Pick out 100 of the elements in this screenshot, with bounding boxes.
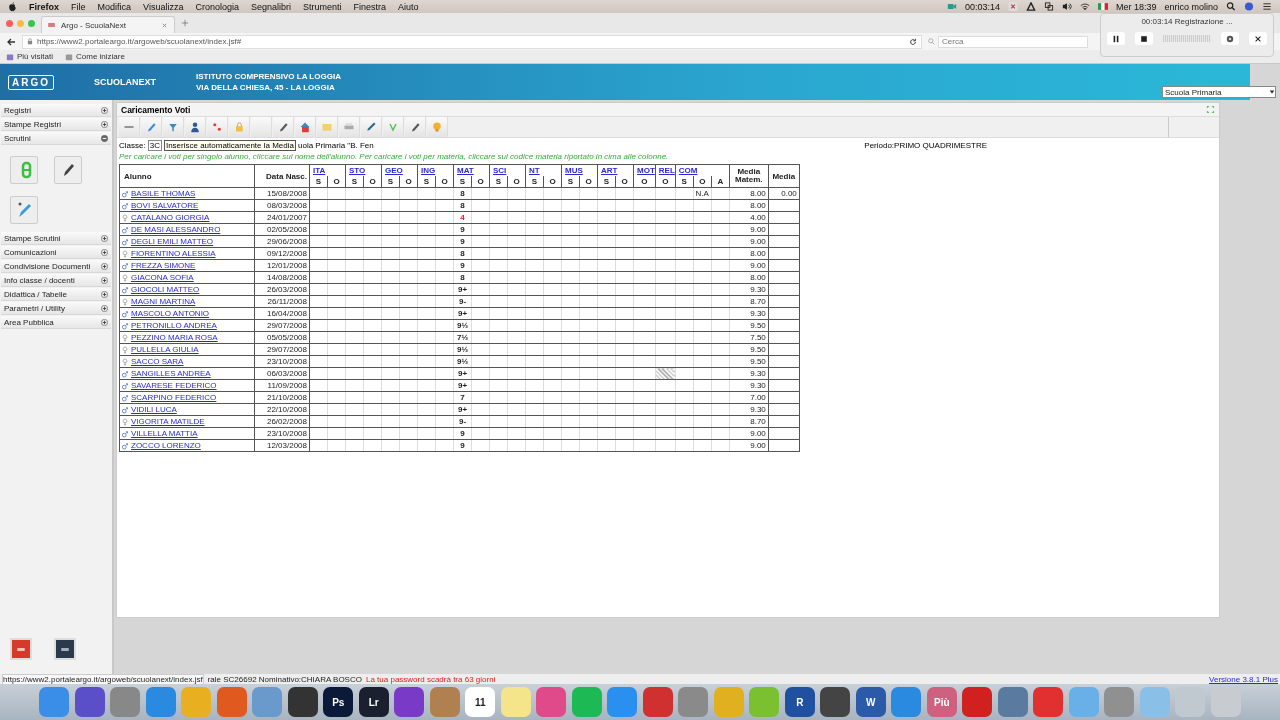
average-value: 9.30 bbox=[750, 285, 766, 294]
menu-item[interactable]: Modifica bbox=[97, 1, 132, 12]
average-value: 9.00 bbox=[750, 225, 766, 234]
column-header: S bbox=[681, 177, 687, 186]
person-icon bbox=[189, 121, 201, 133]
expand-icon[interactable] bbox=[101, 120, 108, 128]
birth-date: 21/10/2008 bbox=[266, 393, 307, 402]
menu-item[interactable]: Strumenti bbox=[302, 1, 342, 12]
sidebar-section[interactable]: Stampe Registri bbox=[1, 118, 111, 131]
camera-button[interactable] bbox=[1221, 32, 1239, 45]
zoom-window-button[interactable] bbox=[28, 19, 35, 27]
menu-item[interactable]: Aiuto bbox=[398, 1, 419, 12]
bookmark-item[interactable]: Più visitati bbox=[6, 52, 53, 61]
reload-icon[interactable] bbox=[909, 37, 917, 46]
browser-tab[interactable]: Argo - ScuolaNext bbox=[41, 16, 175, 33]
lock-icon bbox=[27, 38, 33, 45]
search-field[interactable]: Cerca bbox=[938, 35, 1088, 48]
sidebar-section[interactable]: Scrutini bbox=[1, 132, 111, 145]
app-icon[interactable]: W bbox=[855, 687, 886, 717]
calendar-icon[interactable]: 11 bbox=[465, 687, 496, 717]
pencil-button[interactable] bbox=[54, 156, 82, 184]
menu-item[interactable]: Finestra bbox=[353, 1, 386, 12]
app-icon[interactable]: Più bbox=[926, 687, 957, 717]
sidebar-section[interactable]: Stampe Scrutini bbox=[1, 232, 111, 245]
menu-item[interactable]: Cronologia bbox=[195, 1, 239, 12]
sidebar-section[interactable]: Condivisione Documenti bbox=[1, 260, 111, 273]
column-header: S bbox=[423, 177, 430, 186]
toolbar-button[interactable] bbox=[163, 117, 184, 137]
sidebar-section[interactable]: Registri bbox=[1, 104, 111, 117]
grade: N.A bbox=[695, 189, 709, 198]
grade: 8 bbox=[460, 249, 465, 258]
average-value: 8.70 bbox=[750, 297, 766, 306]
clock-text[interactable]: Mer 18:39 bbox=[1115, 1, 1157, 12]
app-icon[interactable]: Ps bbox=[323, 687, 354, 717]
collapse-icon[interactable] bbox=[101, 134, 108, 142]
expand-icon[interactable] bbox=[101, 106, 108, 114]
expand-icon[interactable] bbox=[101, 290, 108, 298]
sidebar-section[interactable]: Info classe / docenti bbox=[1, 274, 111, 287]
expand-icon[interactable] bbox=[101, 304, 108, 312]
close-button[interactable] bbox=[1249, 32, 1267, 45]
birth-date: 16/04/2008 bbox=[266, 309, 307, 318]
close-window-button[interactable] bbox=[6, 19, 13, 27]
column-header: O bbox=[369, 177, 376, 186]
school-dropdown[interactable]: Scuola Primaria bbox=[1162, 86, 1276, 98]
wifi-icon[interactable] bbox=[1079, 2, 1090, 11]
search-icon[interactable] bbox=[1226, 2, 1236, 11]
toolbar-button[interactable] bbox=[295, 117, 316, 137]
toolbar-button[interactable] bbox=[185, 117, 206, 137]
menu-item[interactable]: Firefox bbox=[29, 1, 59, 12]
recorder-title: 00:03:14 Registrazione ... bbox=[1141, 17, 1233, 26]
sidebar-section[interactable]: Area Pubblica bbox=[1, 316, 111, 329]
bookmark-item[interactable]: Come iniziare bbox=[65, 52, 125, 61]
toolbar-button[interactable] bbox=[207, 117, 228, 137]
expand-icon[interactable] bbox=[101, 318, 108, 326]
close-icon[interactable] bbox=[161, 21, 168, 29]
expand-icon[interactable] bbox=[101, 276, 108, 284]
app-icon[interactable]: Lr bbox=[358, 687, 389, 717]
version-link[interactable]: Versione 3.8.1 Plus bbox=[1209, 674, 1278, 684]
average-value: 9.00 bbox=[750, 237, 766, 246]
pause-button[interactable] bbox=[1107, 32, 1125, 45]
sidebar-section[interactable]: Parametri / Utility bbox=[1, 302, 111, 315]
triangle-icon[interactable] bbox=[1025, 2, 1036, 11]
flag-icon[interactable] bbox=[1097, 2, 1108, 11]
apple-icon[interactable] bbox=[8, 1, 17, 12]
expand-icon[interactable] bbox=[101, 248, 108, 256]
toolbar-button[interactable] bbox=[361, 117, 382, 137]
squares-icon[interactable] bbox=[1043, 2, 1054, 11]
column-header: S bbox=[603, 177, 610, 186]
person-pencil-button[interactable] bbox=[10, 196, 38, 224]
plus-icon[interactable] bbox=[181, 19, 189, 27]
house-icon bbox=[299, 121, 311, 133]
user-name[interactable]: enrico molino bbox=[1164, 1, 1218, 12]
menu-item[interactable]: Visualizza bbox=[143, 1, 184, 12]
birth-date: 23/10/2008 bbox=[266, 357, 307, 366]
menu-icon[interactable] bbox=[1262, 2, 1272, 11]
grade: 9+ bbox=[457, 369, 468, 378]
sidebar-section[interactable]: Comunicazioni bbox=[1, 246, 111, 259]
toolbar-button[interactable] bbox=[119, 117, 140, 137]
average-value: 9.50 bbox=[750, 345, 766, 354]
address-bar[interactable]: https://www2.portaleargo.it/argoweb/scuolanext/index.jsf# bbox=[22, 34, 922, 49]
grade-button[interactable] bbox=[10, 156, 38, 184]
filter-icon bbox=[167, 121, 179, 133]
app-icon[interactable]: R bbox=[784, 687, 815, 717]
stop-button[interactable] bbox=[1135, 32, 1153, 45]
toolbar-button[interactable] bbox=[273, 117, 294, 137]
expand-arrows-icon[interactable] bbox=[1206, 105, 1215, 114]
expand-icon[interactable] bbox=[101, 234, 108, 242]
menu-item[interactable]: File bbox=[71, 1, 86, 12]
expand-icon[interactable] bbox=[101, 262, 108, 270]
birth-date: 11/09/2008 bbox=[267, 381, 307, 390]
app-shortcut-button[interactable] bbox=[54, 638, 76, 660]
x-icon[interactable] bbox=[1007, 2, 1018, 11]
column-header: O bbox=[513, 177, 520, 186]
back-arrow-icon[interactable] bbox=[6, 36, 16, 47]
toolbar-button[interactable] bbox=[405, 117, 426, 137]
sidebar-section[interactable]: Didattica / Tabelle bbox=[1, 288, 111, 301]
speaker-icon[interactable] bbox=[1061, 2, 1072, 11]
menu-item[interactable]: Segnalibri bbox=[250, 1, 291, 12]
toolbar-button[interactable] bbox=[141, 117, 162, 137]
class-value: 3C bbox=[147, 140, 162, 151]
